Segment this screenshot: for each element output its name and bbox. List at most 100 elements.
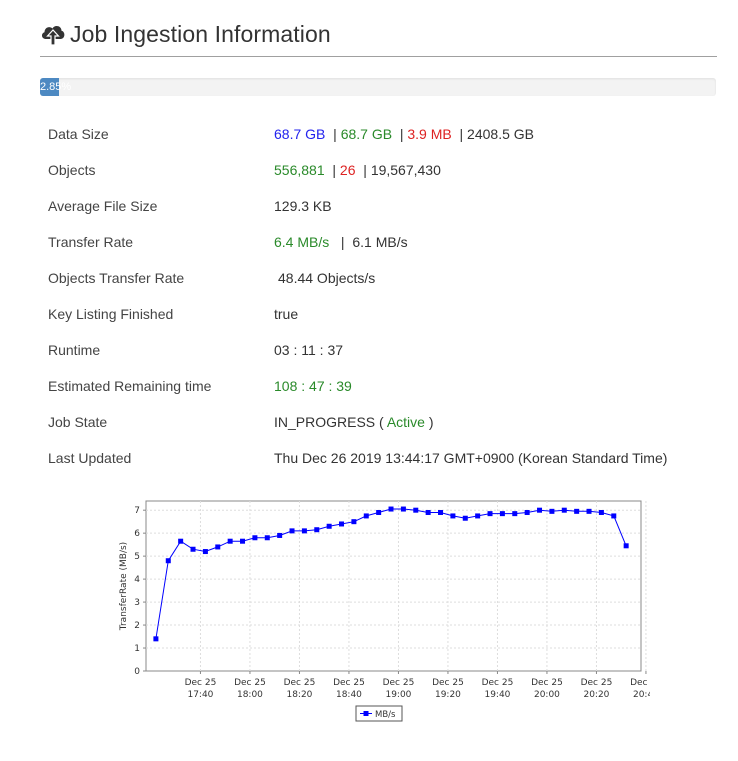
data-point xyxy=(524,509,530,515)
y-axis-label: TransferRate (MB/s) xyxy=(119,542,129,631)
y-tick-label: 2 xyxy=(134,621,140,631)
data-point xyxy=(623,543,629,549)
data-point xyxy=(586,508,592,514)
data-point xyxy=(277,532,283,538)
data-point xyxy=(289,528,295,534)
data-point xyxy=(190,546,196,552)
key-listing-value: true xyxy=(274,306,299,322)
data-point xyxy=(611,513,617,519)
data-point xyxy=(178,538,184,544)
objects-value: 556,881 | 26 | 19,567,430 xyxy=(274,162,441,178)
remaining-time-label: Estimated Remaining time xyxy=(48,378,212,394)
y-tick-label: 7 xyxy=(134,506,140,516)
data-point xyxy=(314,527,320,533)
runtime-value: 03 : 11 : 37 xyxy=(274,342,344,358)
legend-label: MB/s xyxy=(375,710,396,720)
transfer-rate-chart: 0 1 2 3 4 5 6 7 Dec 25 17:40 Dec 25 18:00 Dec 25 18:2… xyxy=(119,500,650,722)
remaining-time-value: 108 : 47 : 39 xyxy=(274,378,352,394)
x-tick-label: 19:20 xyxy=(435,690,461,700)
y-tick-label: 3 xyxy=(134,598,140,608)
progress-label: 2.85% xyxy=(40,81,72,93)
data-point xyxy=(487,511,493,517)
job-state-text: IN_PROGRESS xyxy=(274,414,376,430)
x-tick-label: 17:40 xyxy=(187,690,213,700)
x-tick-label: Dec 25 xyxy=(333,678,365,688)
chart-legend: MB/s xyxy=(355,705,403,722)
data-point xyxy=(376,509,382,515)
runtime-label: Runtime xyxy=(48,342,101,358)
x-tick-label: Dec 25 xyxy=(383,678,415,688)
objects-failed: 26 xyxy=(339,162,356,178)
data-size-value: 68.7 GB | 68.7 GB | 3.9 MB | 2408.5 GB xyxy=(274,126,534,142)
data-size-estimated: 2408.5 GB xyxy=(467,126,534,142)
job-status-badge: Active xyxy=(386,414,425,430)
data-point xyxy=(252,535,258,541)
data-point xyxy=(425,509,431,515)
average-file-size-value: 129.3 KB xyxy=(274,198,332,214)
last-updated-value: Thu Dec 26 2019 13:44:17 GMT+0900 (Korea… xyxy=(274,450,668,466)
data-point xyxy=(215,544,221,550)
data-point xyxy=(388,506,394,512)
objects-total: 19,567,430 xyxy=(370,162,441,178)
transfer-rate-label: Transfer Rate xyxy=(48,234,134,250)
data-point xyxy=(561,507,567,513)
data-point xyxy=(264,535,270,541)
data-point xyxy=(227,538,233,544)
y-tick-label: 5 xyxy=(134,552,140,562)
data-point xyxy=(165,558,171,564)
x-tick-label: Dec 25 xyxy=(284,678,316,688)
y-tick-label: 4 xyxy=(134,575,140,585)
data-point xyxy=(499,511,505,517)
data-point xyxy=(438,509,444,515)
x-tick-label: Dec 25 xyxy=(482,678,514,688)
data-point xyxy=(153,636,159,642)
x-tick-label: Dec 25 xyxy=(531,678,563,688)
data-point xyxy=(339,521,345,527)
x-tick-label: 20:20 xyxy=(583,690,609,700)
x-tick-label: 19:40 xyxy=(484,690,510,700)
x-tick-label: 20:40 xyxy=(633,690,650,700)
data-point xyxy=(462,515,468,521)
data-point xyxy=(326,523,332,529)
data-size-transferred: 68.7 GB xyxy=(340,126,393,142)
x-tick-label: 18:40 xyxy=(336,690,362,700)
objects-transferred: 556,881 xyxy=(274,162,325,178)
data-point xyxy=(512,511,518,517)
page-title: Job Ingestion Information xyxy=(70,20,331,47)
data-point xyxy=(363,513,369,519)
plot-area xyxy=(145,500,642,672)
x-tick-label: Dec 25 xyxy=(432,678,464,688)
header-divider xyxy=(40,56,717,57)
data-point xyxy=(202,549,208,555)
x-tick-label: 19:00 xyxy=(385,690,411,700)
data-size-label: Data Size xyxy=(48,126,109,142)
y-tick-label: 0 xyxy=(134,667,140,677)
objects-transfer-rate-label: Objects Transfer Rate xyxy=(48,270,185,286)
objects-label: Objects xyxy=(48,162,96,178)
transfer-rate-average: 6.1 MB/s xyxy=(352,234,408,250)
progress-bar: 2.85% xyxy=(40,78,716,96)
data-point xyxy=(598,509,604,515)
data-size-total: 68.7 GB xyxy=(274,126,326,142)
x-tick-label: Dec 25 xyxy=(630,678,650,688)
last-updated-label: Last Updated xyxy=(48,450,132,466)
transfer-rate-value: 6.4 MB/s | 6.1 MB/s xyxy=(274,234,408,250)
data-point xyxy=(351,519,357,525)
job-state-label: Job State xyxy=(48,414,108,430)
x-tick-label: 18:00 xyxy=(237,690,263,700)
key-listing-label: Key Listing Finished xyxy=(48,306,174,322)
y-tick-label: 6 xyxy=(134,529,140,539)
x-tick-label: Dec 25 xyxy=(185,678,217,688)
x-tick-label: Dec 25 xyxy=(581,678,613,688)
data-point xyxy=(301,528,307,534)
data-size-failed: 3.9 MB xyxy=(407,126,452,142)
data-point xyxy=(549,508,555,514)
data-point xyxy=(400,506,406,512)
x-tick-label: 20:00 xyxy=(534,690,560,700)
page-header: Job Ingestion Information xyxy=(40,18,331,50)
data-point xyxy=(450,513,456,519)
average-file-size-label: Average File Size xyxy=(48,198,158,214)
objects-transfer-rate-value: 48.44 Objects/s xyxy=(278,270,376,286)
x-tick-label: 18:20 xyxy=(286,690,312,700)
job-state-value: IN_PROGRESS ( Active ) xyxy=(274,414,434,430)
